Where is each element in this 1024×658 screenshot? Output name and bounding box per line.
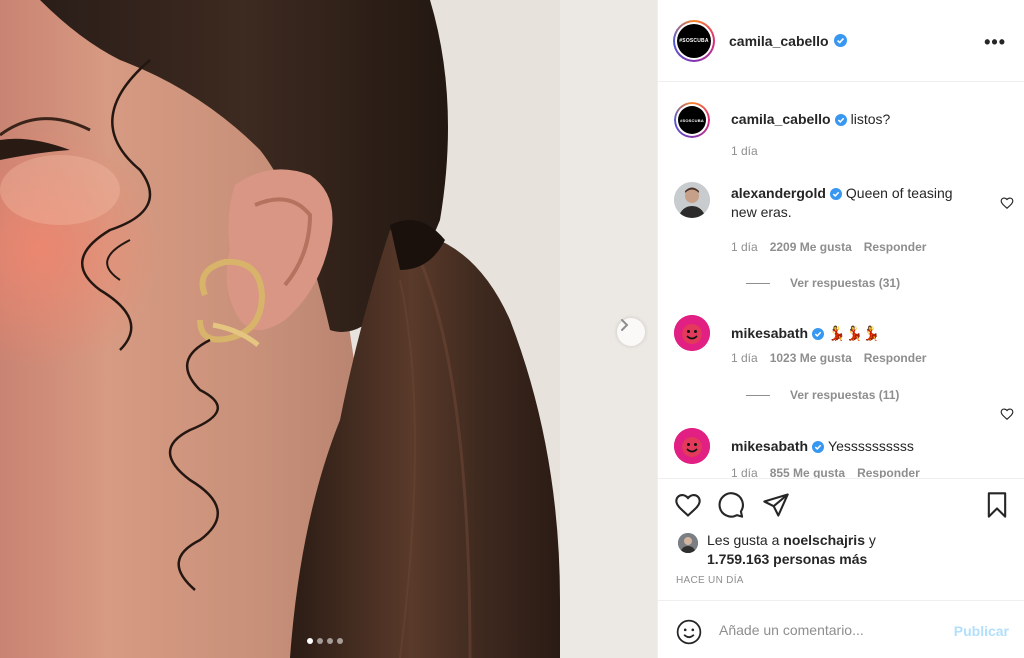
publish-button[interactable]: Publicar bbox=[954, 623, 1009, 639]
comment-input[interactable] bbox=[719, 619, 939, 641]
paper-plane-icon bbox=[763, 493, 789, 517]
caption: #SOSCUBA camila_cabello listos? 1 día bbox=[674, 102, 1014, 162]
likes-prefix: Les gusta a bbox=[707, 532, 780, 548]
post-actions: Les gusta a noelschajris y 1.759.163 per… bbox=[658, 478, 1024, 600]
verified-badge-icon bbox=[833, 34, 847, 47]
smiley-avatar-icon bbox=[674, 315, 710, 351]
more-options-button[interactable]: ••• bbox=[984, 32, 1006, 53]
bookmark-icon bbox=[987, 492, 1007, 518]
reply-button[interactable]: Responder bbox=[864, 351, 927, 365]
like-comment-heart-icon[interactable] bbox=[1000, 196, 1014, 210]
post-username[interactable]: camila_cabello bbox=[729, 33, 829, 49]
replies-divider bbox=[746, 282, 770, 284]
comment-button[interactable] bbox=[717, 491, 745, 524]
caption-username[interactable]: camila_cabello bbox=[731, 111, 831, 127]
likes-count-row: 1.759.163 personas más bbox=[707, 550, 876, 569]
replies-divider bbox=[746, 394, 770, 396]
carousel-dots bbox=[307, 638, 343, 644]
avatar[interactable] bbox=[674, 428, 710, 464]
carousel-next-button[interactable] bbox=[617, 318, 645, 346]
carousel-dot bbox=[327, 638, 333, 644]
comment-body: mikesabath 💃💃💃 bbox=[731, 324, 971, 343]
share-button[interactable] bbox=[762, 491, 790, 524]
verified-badge-icon bbox=[812, 328, 825, 340]
carousel-dot bbox=[317, 638, 323, 644]
comment-username[interactable]: mikesabath bbox=[731, 325, 808, 341]
avatar[interactable] bbox=[674, 182, 710, 218]
comment-username[interactable]: mikesabath bbox=[731, 438, 808, 454]
carousel-dot bbox=[337, 638, 343, 644]
comment-time[interactable]: 1 día bbox=[731, 240, 758, 254]
avatar[interactable] bbox=[674, 315, 710, 351]
comment-item: mikesabath 💃💃💃 1 día 1023 Me gusta Respon… bbox=[674, 315, 1014, 425]
add-comment-bar: Publicar bbox=[658, 600, 1024, 658]
comment-bubble-icon bbox=[718, 492, 744, 518]
comment-username[interactable]: alexandergold bbox=[731, 185, 826, 201]
reply-button[interactable]: Responder bbox=[864, 240, 927, 254]
caption-text: listos? bbox=[850, 111, 891, 127]
comments-list: #SOSCUBA camila_cabello listos? 1 día ale… bbox=[658, 82, 1024, 478]
comment-meta: 1 día 2209 Me gusta Responder bbox=[731, 240, 926, 254]
view-replies-button[interactable]: Ver respuestas (11) bbox=[746, 388, 899, 402]
post-timestamp[interactable]: HACE UN DÍA bbox=[676, 575, 744, 586]
post-side-panel: #SOSCUBA camila_cabello ••• #SOSCUBA cam… bbox=[657, 0, 1024, 658]
comment-text: Yessssssssss bbox=[828, 438, 914, 454]
comment-text: 💃💃💃 bbox=[828, 325, 881, 341]
like-comment-heart-icon[interactable] bbox=[1000, 407, 1014, 421]
caption-meta: 1 día bbox=[731, 144, 758, 158]
caption-body: camila_cabello listos? bbox=[731, 110, 991, 129]
carousel-dot bbox=[307, 638, 313, 644]
heart-icon bbox=[675, 494, 701, 517]
comment-meta: 1 día 855 Me gusta Responder bbox=[731, 466, 920, 478]
photo-illustration bbox=[0, 0, 657, 658]
reply-button[interactable]: Responder bbox=[857, 466, 920, 478]
post-photo bbox=[0, 0, 657, 658]
avatar[interactable]: #SOSCUBA bbox=[673, 19, 715, 62]
likes-summary: Les gusta a noelschajris y 1.759.163 per… bbox=[674, 531, 876, 569]
view-replies-label: Ver respuestas (11) bbox=[790, 388, 900, 402]
save-button[interactable] bbox=[983, 491, 1011, 524]
person-avatar-icon bbox=[678, 533, 698, 553]
comment-meta: 1 día 1023 Me gusta Responder bbox=[731, 351, 926, 365]
comment-item: mikesabath Yessssssssss 1 día 855 Me gust… bbox=[674, 428, 1014, 478]
emoji-button[interactable] bbox=[676, 619, 702, 650]
view-replies-label: Ver respuestas (31) bbox=[790, 276, 901, 290]
action-icons bbox=[674, 491, 1011, 519]
likes-conjunction: y bbox=[868, 532, 876, 548]
verified-badge-icon bbox=[812, 441, 825, 453]
likes-text: Les gusta a noelschajris y bbox=[707, 531, 876, 550]
smiley-avatar-icon bbox=[674, 428, 710, 464]
comment-likes[interactable]: 1023 Me gusta bbox=[770, 351, 852, 365]
person-avatar-icon bbox=[674, 182, 710, 218]
post-header: #SOSCUBA camila_cabello ••• bbox=[658, 0, 1024, 82]
avatar[interactable]: #SOSCUBA bbox=[674, 102, 710, 138]
likes-count[interactable]: 1.759.163 personas más bbox=[707, 551, 867, 567]
comment-body: mikesabath Yessssssssss bbox=[731, 437, 971, 456]
emoji-smiley-icon bbox=[676, 619, 702, 645]
comment-likes[interactable]: 855 Me gusta bbox=[770, 466, 845, 478]
verified-badge-icon bbox=[834, 114, 847, 126]
comment-time[interactable]: 1 día bbox=[731, 351, 758, 365]
comment-time[interactable]: 1 día bbox=[731, 466, 758, 478]
like-button[interactable] bbox=[674, 491, 702, 524]
liker-username[interactable]: noelschajris bbox=[783, 532, 865, 548]
comment-item: alexandergold Queen of teasing new eras. … bbox=[674, 182, 1014, 302]
avatar-text: #SOSCUBA bbox=[677, 23, 711, 58]
chevron-right-icon bbox=[621, 319, 629, 331]
view-replies-button[interactable]: Ver respuestas (31) bbox=[746, 276, 900, 290]
verified-badge-icon bbox=[829, 188, 842, 200]
comment-body: alexandergold Queen of teasing new eras. bbox=[731, 184, 971, 222]
comment-likes[interactable]: 2209 Me gusta bbox=[770, 240, 852, 254]
avatar[interactable] bbox=[678, 533, 698, 553]
caption-time[interactable]: 1 día bbox=[731, 144, 758, 158]
